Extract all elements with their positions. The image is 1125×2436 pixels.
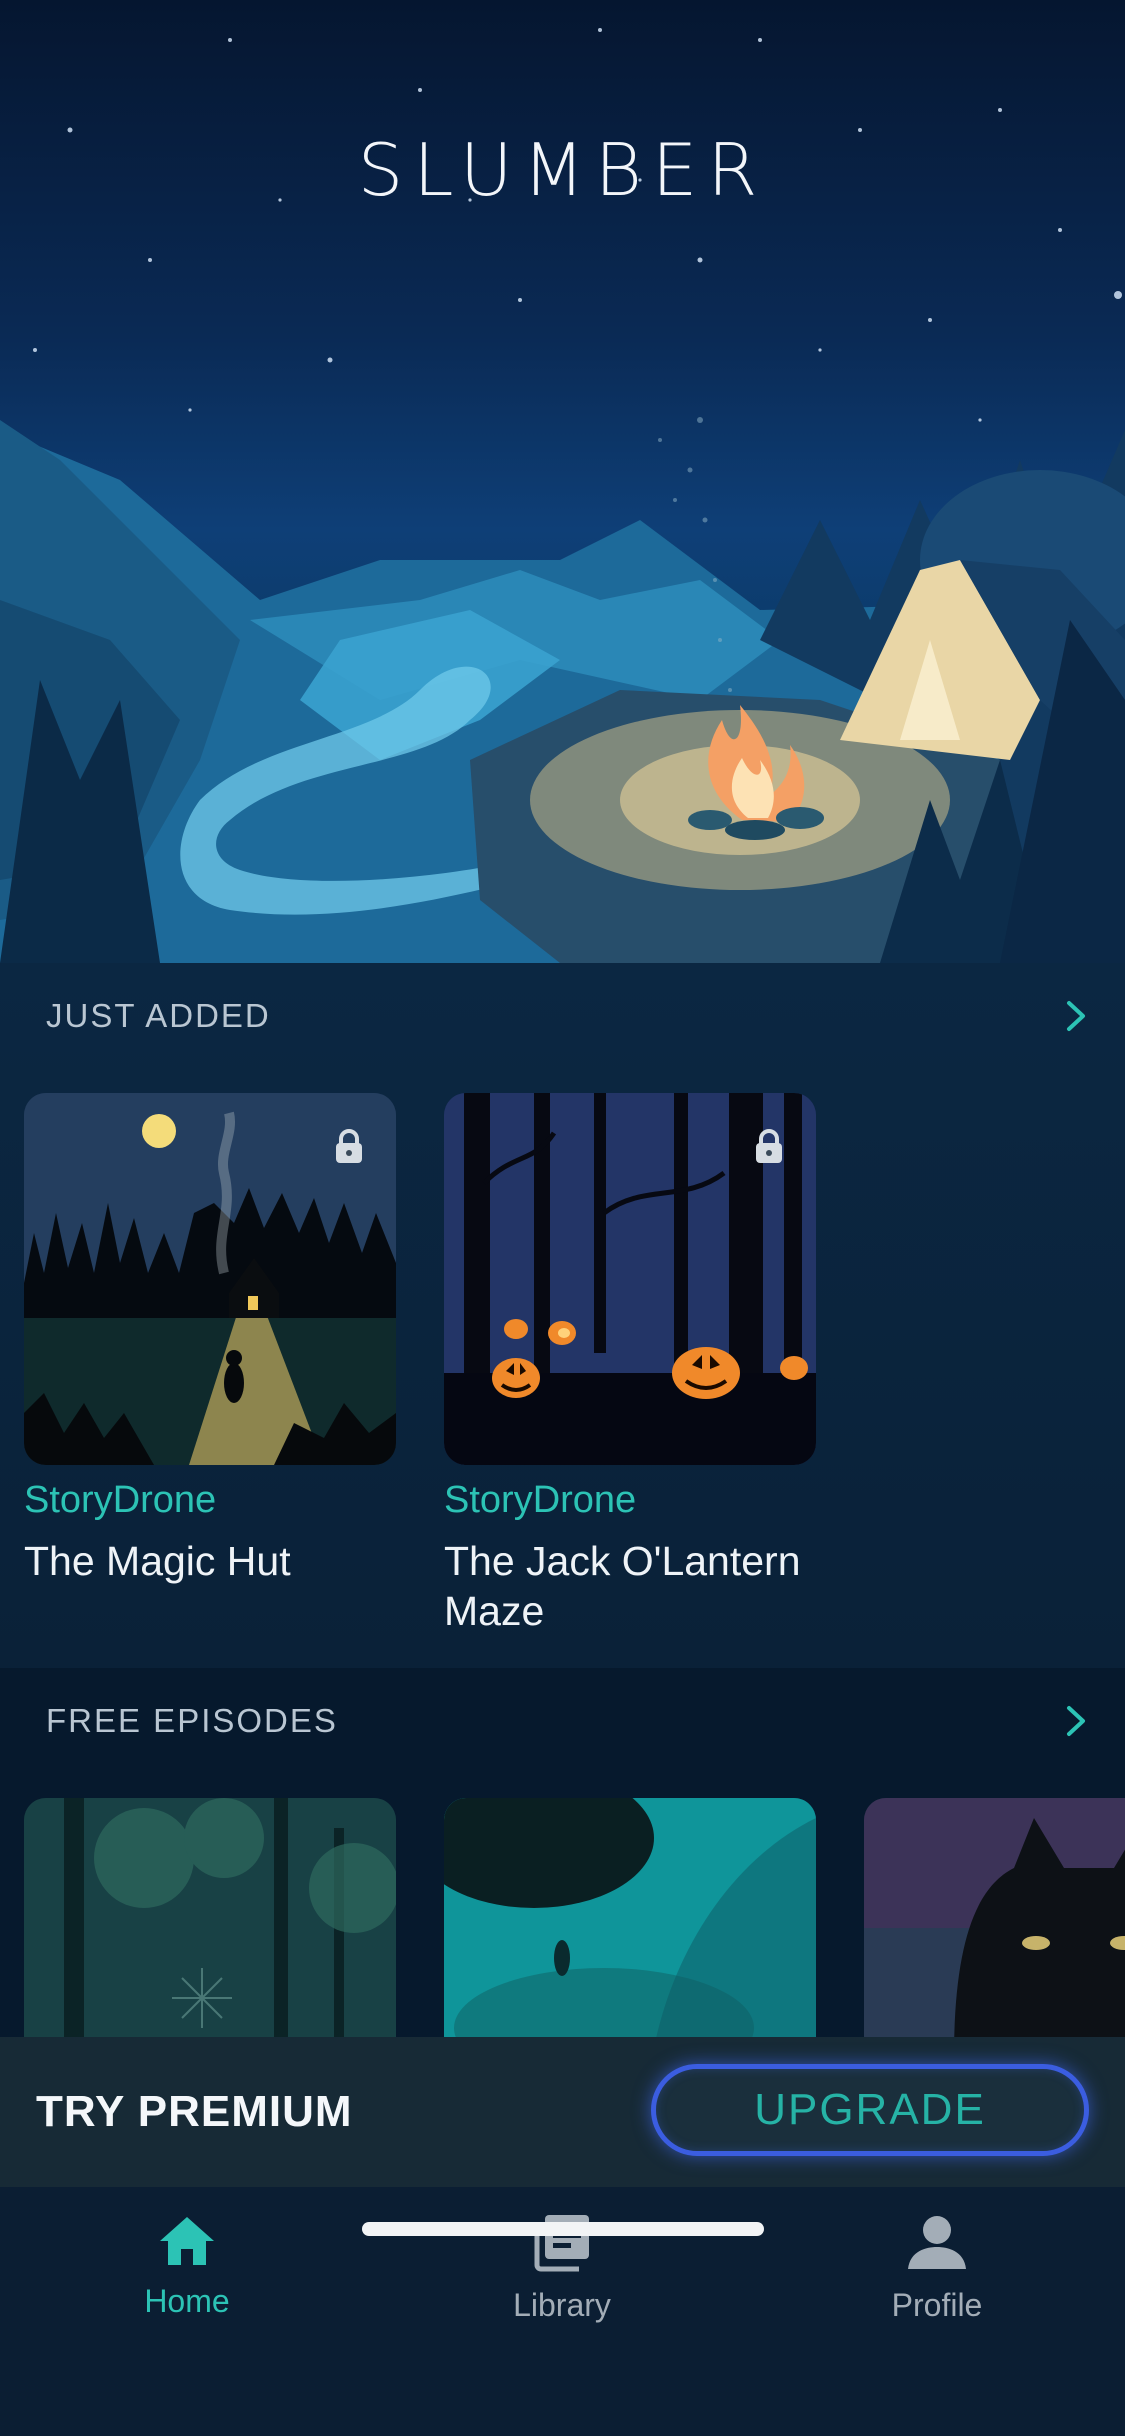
free-episodes-header: FREE EPISODES — [46, 1702, 338, 1739]
tab-label: Library — [513, 2287, 611, 2323]
episode-card-magic-hut[interactable]: StoryDrone The Magic Hut — [24, 1093, 396, 1586]
hero-banner: SLUMBER — [0, 0, 1125, 963]
lock-icon — [336, 1129, 362, 1163]
tab-label: Home — [144, 2283, 230, 2319]
try-premium-label: TRY PREMIUM — [36, 2087, 353, 2136]
premium-banner: TRY PREMIUM UPGRADE — [0, 2037, 1125, 2187]
lock-icon — [756, 1129, 782, 1163]
upgrade-button[interactable]: UPGRADE — [651, 2064, 1089, 2156]
tab-profile[interactable]: Profile — [787, 2213, 1087, 2324]
episode-card-jack-olantern-maze[interactable]: StoryDrone The Jack O'Lantern Maze — [444, 1093, 816, 1636]
episode-thumbnail[interactable] — [24, 1093, 396, 1465]
episode-author: StoryDrone — [24, 1479, 217, 1521]
free-episode-card[interactable] — [24, 1798, 396, 2038]
episode-title: The Jack O'Lantern Maze — [444, 1538, 801, 1634]
home-icon — [160, 2217, 214, 2265]
app-title: SLUMBER — [357, 128, 768, 212]
chevron-right-icon[interactable] — [1057, 997, 1095, 1035]
free-episode-card[interactable] — [444, 1798, 816, 2038]
tab-label: Profile — [891, 2287, 983, 2323]
episode-thumbnail[interactable] — [444, 1093, 816, 1465]
episode-author: StoryDrone — [444, 1479, 637, 1521]
chevron-right-icon[interactable] — [1057, 1702, 1095, 1740]
free-episode-card[interactable] — [864, 1798, 1125, 2038]
profile-icon — [908, 2216, 966, 2269]
home-indicator[interactable] — [362, 2222, 764, 2236]
tab-home[interactable]: Home — [37, 2213, 337, 2320]
free-episodes-section: FREE EPISODES — [0, 1668, 1125, 2038]
just-added-section: JUST ADDED StoryDrone The Magic Hut Stor… — [0, 963, 1125, 1668]
episode-title: The Magic Hut — [24, 1538, 291, 1584]
just-added-header: JUST ADDED — [46, 997, 271, 1034]
